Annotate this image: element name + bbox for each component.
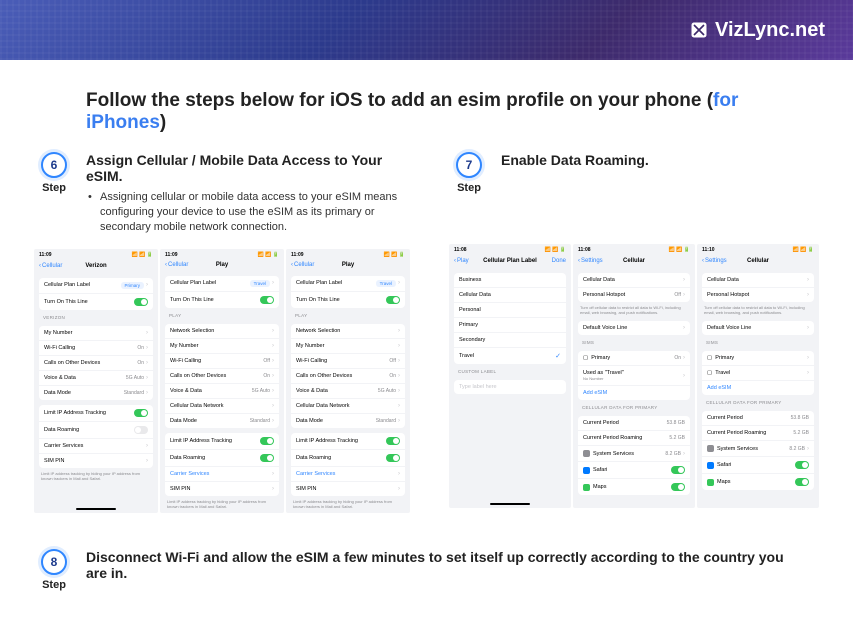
sim-icon: ▢	[707, 370, 712, 376]
screenshot-verizon: 11:09📶 📶 🔋 ‹ CellularVerizon Cellular Pl…	[34, 249, 158, 513]
check-icon: ✓	[555, 352, 561, 360]
screenshot-cellular-2: 11:10📶 📶 🔋 ‹ SettingsCellular Cellular D…	[697, 244, 819, 508]
page-title: Follow the steps below for iOS to add an…	[86, 90, 819, 134]
step-7-label: Step	[457, 182, 481, 194]
step-7: 7 Step Enable Data Roaming.	[449, 152, 819, 194]
toggle[interactable]	[260, 437, 274, 445]
toggle[interactable]	[795, 478, 809, 486]
toggle[interactable]	[386, 454, 400, 462]
step-8-label: Step	[42, 579, 66, 591]
toggle[interactable]	[134, 426, 148, 434]
toggle[interactable]	[671, 466, 685, 474]
hero-banner: VizLync.net	[0, 0, 853, 60]
toggle[interactable]	[260, 454, 274, 462]
screenshot-plan-label: 11:08📶 📶 🔋 ‹ PlayCellular Plan LabelDone…	[449, 244, 571, 508]
brand-logo-icon	[689, 20, 709, 40]
step-8-title: Disconnect Wi-Fi and allow the eSIM a fe…	[86, 549, 806, 581]
maps-icon	[707, 479, 714, 486]
gear-icon	[707, 445, 714, 452]
toggle[interactable]	[134, 298, 148, 306]
step-6-badge: 6	[41, 152, 67, 178]
step-6: 6 Step Assign Cellular / Mobile Data Acc…	[34, 152, 421, 235]
sim-icon: ▢	[707, 355, 712, 361]
toggle[interactable]	[671, 483, 685, 491]
screenshot-cellular-1: 11:08📶 📶 🔋 ‹ SettingsCellular Cellular D…	[573, 244, 695, 508]
toggle[interactable]	[260, 296, 274, 304]
sim-icon: ▢	[583, 355, 588, 361]
brand: VizLync.net	[689, 19, 825, 42]
step-6-desc: Assigning cellular or mobile data access…	[86, 190, 421, 235]
step-6-title: Assign Cellular / Mobile Data Access to …	[86, 152, 421, 184]
step-7-badge: 7	[456, 152, 482, 178]
toggle[interactable]	[134, 409, 148, 417]
step-6-label: Step	[42, 182, 66, 194]
safari-icon	[583, 467, 590, 474]
step-8-badge: 8	[41, 549, 67, 575]
step-8: 8 Step Disconnect Wi-Fi and allow the eS…	[34, 549, 819, 591]
step-7-title: Enable Data Roaming.	[501, 152, 649, 168]
gear-icon	[583, 450, 590, 457]
screenshot-play-2: 11:09📶 📶 🔋 ‹ CellularPlay Cellular Plan …	[286, 249, 410, 513]
content: Follow the steps below for iOS to add an…	[0, 60, 853, 631]
done-button[interactable]: Done	[552, 258, 566, 264]
safari-icon	[707, 462, 714, 469]
toggle[interactable]	[386, 437, 400, 445]
brand-text: VizLync.net	[715, 19, 825, 42]
screenshot-play-1: 11:09📶 📶 🔋 ‹ CellularPlay Cellular Plan …	[160, 249, 284, 513]
toggle[interactable]	[795, 461, 809, 469]
maps-icon	[583, 484, 590, 491]
toggle[interactable]	[386, 296, 400, 304]
